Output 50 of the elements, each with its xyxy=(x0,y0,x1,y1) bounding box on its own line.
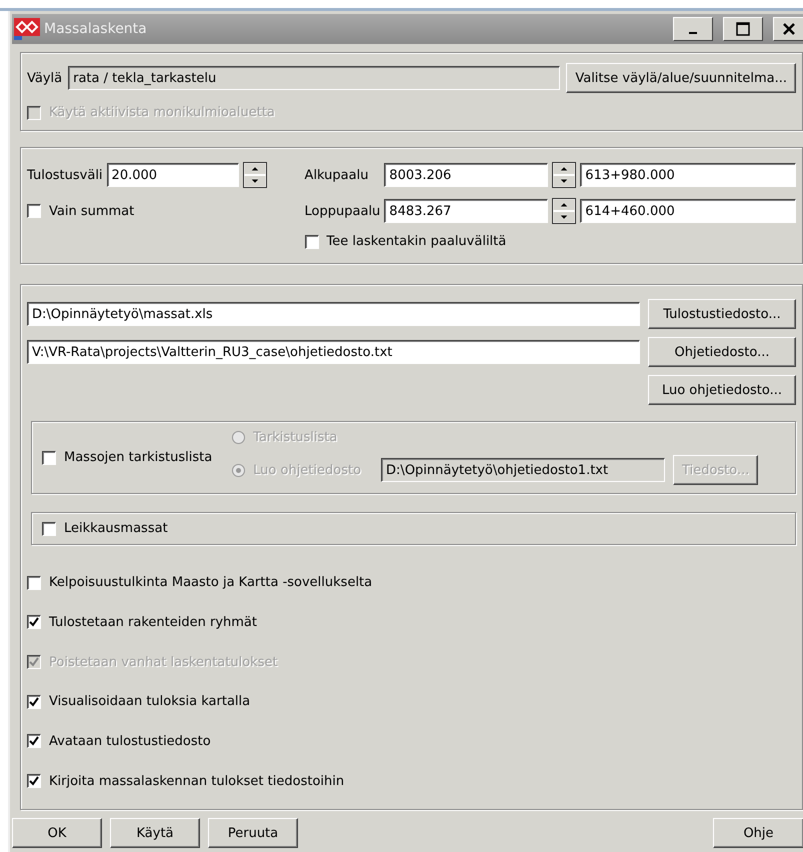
close-button[interactable] xyxy=(773,17,803,41)
station-field[interactable]: 8483.267 xyxy=(384,199,548,223)
checkbox[interactable] xyxy=(42,522,56,536)
station-spinner[interactable] xyxy=(552,198,576,224)
file-button[interactable]: Tulostustiedosto... xyxy=(648,299,796,329)
checkbox-label: Vain summat xyxy=(49,204,134,218)
select-route-button[interactable]: Valitse väylä/alue/suunnitelma... xyxy=(566,63,796,93)
station-label: Alkupaalu xyxy=(304,168,370,182)
checkbox-label: Visualisoidaan tuloksia kartalla xyxy=(49,694,250,710)
station-address-field[interactable]: 614+460.000 xyxy=(580,199,796,223)
app-logo-icon xyxy=(14,18,40,40)
create-file-button[interactable]: Luo ohjetiedosto... xyxy=(648,375,796,405)
checkbox[interactable] xyxy=(27,615,41,630)
interval-label: Tulostusväli xyxy=(27,168,103,182)
help-button[interactable]: Ohje xyxy=(713,818,803,848)
station-address-field[interactable]: 613+980.000 xyxy=(580,163,796,187)
maximize-icon xyxy=(736,22,750,36)
checkbox-label: Avataan tulostustiedosto xyxy=(49,734,211,749)
station-field[interactable]: 8003.206 xyxy=(384,163,548,187)
checkbox-label: Tee laskentakin paaluväliltä xyxy=(326,234,506,249)
checkbox[interactable] xyxy=(27,576,41,590)
route-field: rata / tekla_tarkastelu xyxy=(68,66,560,90)
minimize-button[interactable] xyxy=(673,17,713,41)
checklist-file-field: D:\Opinnäytetyö\ohjetiedosto1.txt xyxy=(381,458,666,482)
checkbox-label: Kirjoita massalaskennan tulokset tiedostoihin xyxy=(49,774,344,789)
interval-field[interactable]: 20.000 xyxy=(106,163,239,187)
file-path-field[interactable]: D:\Opinnäytetyö\massat.xls xyxy=(27,302,640,326)
checkbox[interactable] xyxy=(27,734,41,748)
checkbox[interactable] xyxy=(27,774,41,788)
dialog-button[interactable]: Peruuta xyxy=(208,818,298,848)
checkbox[interactable] xyxy=(42,450,56,464)
checkbox-label: Massojen tarkistuslista xyxy=(64,450,212,465)
checkbox[interactable] xyxy=(27,204,41,218)
interval-spinner[interactable] xyxy=(242,162,267,188)
checkbox[interactable] xyxy=(304,234,319,248)
maximize-button[interactable] xyxy=(723,17,763,41)
station-spinner[interactable] xyxy=(552,162,576,188)
file-button[interactable]: Ohjetiedosto... xyxy=(648,337,796,367)
checkbox-label: Tulostetaan rakenteiden ryhmät xyxy=(49,614,257,630)
checkbox-label: Kelpoisuustulkinta Maasto ja Kartta -sovellukselta xyxy=(49,575,372,590)
file-path-field[interactable]: V:\VR-Rata\projects\Valtterin_RU3_case\ohjetiedosto.txt xyxy=(27,340,640,364)
minimize-icon xyxy=(689,32,697,34)
close-icon xyxy=(782,22,796,36)
checkbox[interactable] xyxy=(27,694,41,709)
route-label: Väylä xyxy=(27,70,62,86)
window-title: Massalaskenta xyxy=(44,21,148,37)
dialog-button[interactable]: Käytä xyxy=(110,818,200,848)
checkbox-label: Leikkausmassat xyxy=(64,521,168,536)
station-label: Loppupaalu xyxy=(304,204,380,218)
dialog-button[interactable]: OK xyxy=(12,818,102,848)
